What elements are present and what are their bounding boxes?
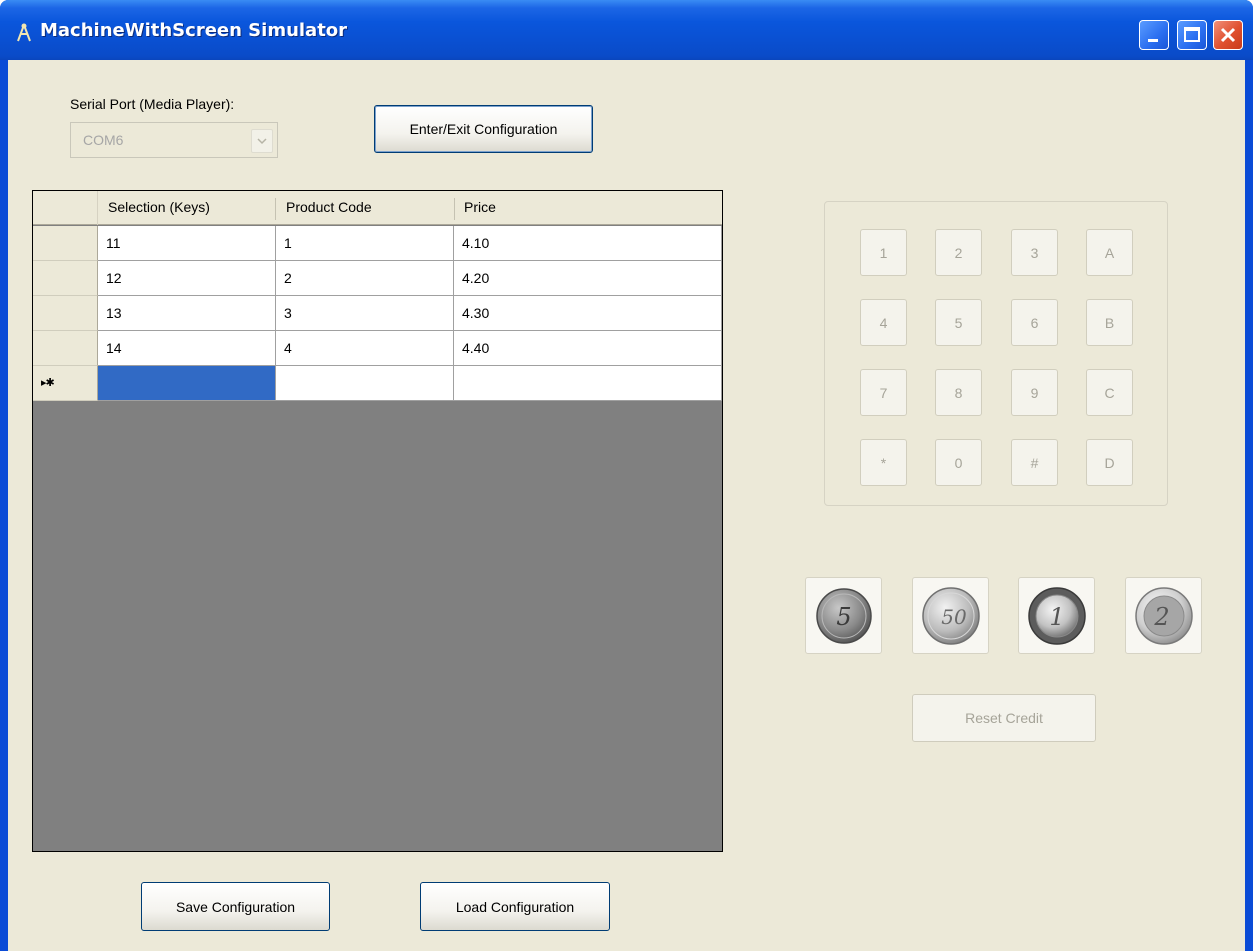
chevron-down-icon[interactable]: [251, 129, 273, 153]
column-header-selection[interactable]: Selection (Keys): [98, 191, 276, 225]
insert-2-euro-button[interactable]: 2: [1125, 577, 1202, 654]
close-icon: [1220, 27, 1236, 43]
title-bar[interactable]: MachineWithScreen Simulator: [0, 0, 1253, 60]
row-header[interactable]: [33, 261, 98, 296]
key-1[interactable]: 1: [860, 229, 907, 276]
svg-text:5: 5: [836, 603, 851, 631]
cell-product-code-new[interactable]: [276, 366, 454, 401]
column-header-price[interactable]: Price: [454, 191, 720, 225]
cell-price[interactable]: 4.10: [454, 226, 722, 261]
cell-product-code[interactable]: 2: [276, 261, 454, 296]
cell-selection[interactable]: 14: [98, 331, 276, 366]
row-header[interactable]: [33, 331, 98, 366]
key-d[interactable]: D: [1086, 439, 1133, 486]
table-row[interactable]: 13 3 4.30: [33, 296, 722, 331]
cell-product-code[interactable]: 4: [276, 331, 454, 366]
key-8[interactable]: 8: [935, 369, 982, 416]
key-a[interactable]: A: [1086, 229, 1133, 276]
serial-port-select[interactable]: COM6: [70, 122, 278, 158]
key-c[interactable]: C: [1086, 369, 1133, 416]
key-2[interactable]: 2: [935, 229, 982, 276]
keypad-panel: 1 2 3 A 4 5 6 B 7 8 9 C * 0 # D: [824, 201, 1168, 506]
cell-selection[interactable]: 13: [98, 296, 276, 331]
table-row[interactable]: 11 1 4.10: [33, 226, 722, 261]
cell-price[interactable]: 4.30: [454, 296, 722, 331]
table-row[interactable]: 12 2 4.20: [33, 261, 722, 296]
cell-product-code[interactable]: 3: [276, 296, 454, 331]
key-hash[interactable]: #: [1011, 439, 1058, 486]
svg-text:2: 2: [1153, 603, 1169, 631]
product-grid[interactable]: Selection (Keys) Product Code Price 11 1…: [32, 190, 723, 852]
key-star[interactable]: *: [860, 439, 907, 486]
grid-corner[interactable]: [33, 191, 98, 225]
insert-50-cent-button[interactable]: 50: [912, 577, 989, 654]
key-5[interactable]: 5: [935, 299, 982, 346]
cell-selection[interactable]: 12: [98, 261, 276, 296]
key-6[interactable]: 6: [1011, 299, 1058, 346]
cell-price[interactable]: 4.20: [454, 261, 722, 296]
cell-selection[interactable]: 11: [98, 226, 276, 261]
serial-port-value: COM6: [83, 132, 124, 148]
new-row[interactable]: ▸✱: [33, 366, 722, 401]
key-7[interactable]: 7: [860, 369, 907, 416]
key-3[interactable]: 3: [1011, 229, 1058, 276]
enter-exit-configuration-button[interactable]: Enter/Exit Configuration: [374, 105, 593, 153]
row-header[interactable]: [33, 296, 98, 331]
column-header-product-code[interactable]: Product Code: [276, 191, 454, 225]
key-b[interactable]: B: [1086, 299, 1133, 346]
app-window: MachineWithScreen Simulator Serial Port …: [0, 0, 1253, 951]
load-configuration-button[interactable]: Load Configuration: [420, 882, 610, 931]
minimize-button[interactable]: [1139, 20, 1169, 50]
insert-5-cent-button[interactable]: 5: [805, 577, 882, 654]
close-button[interactable]: [1213, 20, 1243, 50]
1-euro-coin-icon: 1: [1028, 587, 1086, 645]
row-header[interactable]: ▸✱: [33, 366, 98, 401]
reset-credit-button[interactable]: Reset Credit: [912, 694, 1096, 742]
2-euro-coin-icon: 2: [1135, 587, 1193, 645]
cell-product-code[interactable]: 1: [276, 226, 454, 261]
5-cent-coin-icon: 5: [816, 588, 872, 644]
maximize-button[interactable]: [1177, 20, 1207, 50]
key-4[interactable]: 4: [860, 299, 907, 346]
maximize-icon: [1184, 27, 1200, 42]
minimize-icon: [1148, 39, 1158, 42]
cell-selection-new[interactable]: [98, 366, 276, 401]
window-title: MachineWithScreen Simulator: [40, 20, 348, 41]
grid-header: Selection (Keys) Product Code Price: [33, 191, 722, 225]
new-row-marker-icon: ▸✱: [41, 377, 55, 389]
svg-text:50: 50: [941, 605, 967, 629]
key-0[interactable]: 0: [935, 439, 982, 486]
cell-price-new[interactable]: [454, 366, 722, 401]
table-row[interactable]: 14 4 4.40: [33, 331, 722, 366]
svg-text:1: 1: [1049, 603, 1064, 631]
insert-1-euro-button[interactable]: 1: [1018, 577, 1095, 654]
50-cent-coin-icon: 50: [922, 587, 980, 645]
save-configuration-button[interactable]: Save Configuration: [141, 882, 330, 931]
app-icon: [17, 23, 31, 42]
serial-port-label: Serial Port (Media Player):: [70, 96, 235, 112]
key-9[interactable]: 9: [1011, 369, 1058, 416]
row-header[interactable]: [33, 226, 98, 261]
cell-price[interactable]: 4.40: [454, 331, 722, 366]
client-area: Serial Port (Media Player): COM6 Enter/E…: [8, 60, 1245, 951]
